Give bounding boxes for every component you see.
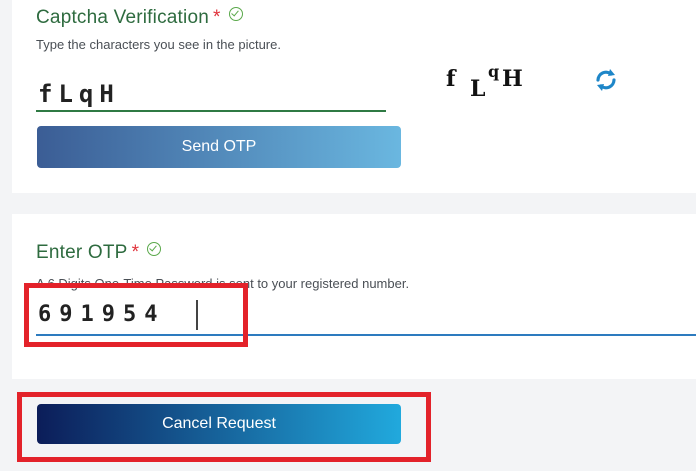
captcha-label: Captcha Verification * bbox=[36, 7, 243, 29]
check-circle-icon bbox=[147, 242, 162, 256]
otp-label: Enter OTP * bbox=[36, 242, 162, 264]
captcha-label-text: Captcha Verification bbox=[36, 7, 209, 28]
otp-highlight-box bbox=[24, 283, 248, 347]
cancel-highlight-box bbox=[17, 392, 431, 462]
send-otp-button[interactable]: Send OTP bbox=[37, 126, 401, 168]
captcha-char: L bbox=[470, 76, 486, 102]
refresh-icon[interactable] bbox=[592, 66, 620, 94]
required-mark: * bbox=[213, 7, 221, 28]
captcha-image: f L q H bbox=[446, 62, 546, 102]
captcha-input[interactable]: fLqH bbox=[36, 76, 386, 112]
captcha-hint: Type the characters you see in the pictu… bbox=[36, 37, 281, 52]
captcha-char: f bbox=[446, 66, 456, 92]
captcha-char: H bbox=[502, 66, 523, 92]
otp-label-text: Enter OTP bbox=[36, 242, 128, 263]
required-mark: * bbox=[131, 242, 140, 263]
check-circle-icon bbox=[228, 7, 243, 21]
captcha-char: q bbox=[488, 62, 500, 81]
